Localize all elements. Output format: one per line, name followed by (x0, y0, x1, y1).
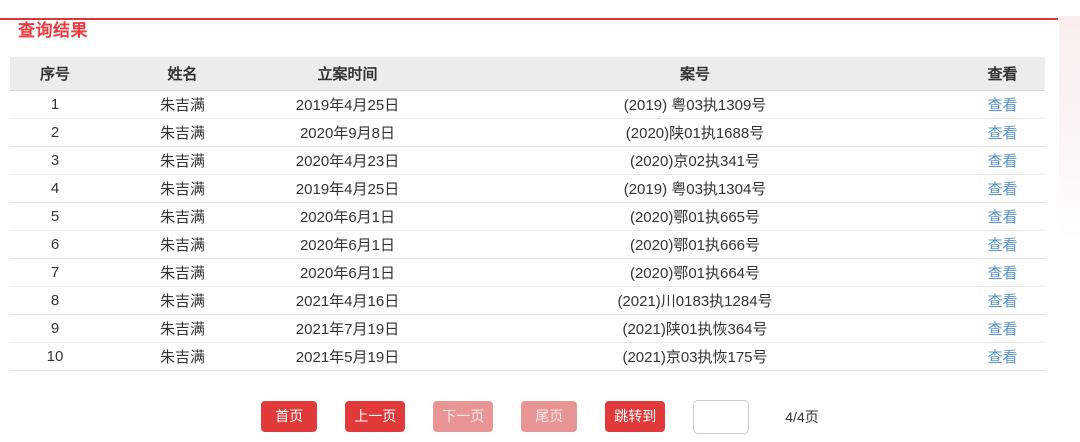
row-view-cell: 查看 (960, 230, 1045, 258)
row-name: 朱吉满 (100, 230, 265, 258)
row-view-cell: 查看 (960, 342, 1045, 370)
row-case-number: (2020)鄂01执665号 (430, 202, 960, 230)
row-view-cell: 查看 (960, 146, 1045, 174)
table-row: 9朱吉满2021年7月19日(2021)陕01执恢364号 查看 (10, 314, 1045, 342)
right-edge-strip (1059, 16, 1080, 254)
row-case-number: (2021)陕01执恢364号 (430, 314, 960, 342)
table-row: 2朱吉满2020年9月8日(2020)陕01执1688号 查看 (10, 118, 1045, 146)
row-view-cell: 查看 (960, 174, 1045, 202)
row-filing-date: 2020年4月23日 (265, 146, 430, 174)
table-row: 10朱吉满2021年5月19日(2021)京03执恢175号 查看 (10, 342, 1045, 370)
table-row: 7朱吉满2020年6月1日(2020)鄂01执664号 查看 (10, 258, 1045, 286)
column-header-filing-date: 立案时间 (265, 57, 430, 90)
table-header-row: 序号 姓名 立案时间 案号 查看 (10, 57, 1045, 90)
view-link[interactable]: 查看 (987, 181, 1017, 198)
row-name: 朱吉满 (100, 146, 265, 174)
next-page-button[interactable]: 下一页 (433, 401, 493, 432)
row-name: 朱吉满 (100, 202, 265, 230)
row-name: 朱吉满 (100, 118, 265, 146)
table-row: 5朱吉满2020年6月1日(2020)鄂01执665号 查看 (10, 202, 1045, 230)
row-view-cell: 查看 (960, 90, 1045, 118)
top-accent-line (0, 18, 1058, 20)
row-filing-date: 2021年4月16日 (265, 286, 430, 314)
view-link[interactable]: 查看 (987, 265, 1017, 282)
row-case-number: (2020)鄂01执664号 (430, 258, 960, 286)
results-table: 序号 姓名 立案时间 案号 查看 1朱吉满2019年4月25日(2019) 粤0… (10, 57, 1045, 371)
row-filing-date: 2020年9月8日 (265, 118, 430, 146)
jump-to-button[interactable]: 跳转到 (605, 401, 665, 432)
row-case-number: (2019) 粤03执1309号 (430, 90, 960, 118)
row-seq: 10 (10, 342, 100, 370)
column-header-seq: 序号 (10, 57, 100, 90)
row-filing-date: 2021年7月19日 (265, 314, 430, 342)
table-row: 1朱吉满2019年4月25日(2019) 粤03执1309号 查看 (10, 90, 1045, 118)
first-page-button[interactable]: 首页 (261, 401, 317, 432)
row-seq: 1 (10, 90, 100, 118)
row-case-number: (2019) 粤03执1304号 (430, 174, 960, 202)
row-name: 朱吉满 (100, 286, 265, 314)
row-filing-date: 2020年6月1日 (265, 258, 430, 286)
view-link[interactable]: 查看 (987, 209, 1017, 226)
row-view-cell: 查看 (960, 118, 1045, 146)
view-link[interactable]: 查看 (987, 321, 1017, 338)
row-filing-date: 2021年5月19日 (265, 342, 430, 370)
row-name: 朱吉满 (100, 258, 265, 286)
page-indicator: 4/4页 (785, 407, 818, 427)
row-seq: 6 (10, 230, 100, 258)
row-name: 朱吉满 (100, 90, 265, 118)
column-header-case-number: 案号 (430, 57, 960, 90)
row-view-cell: 查看 (960, 286, 1045, 314)
last-page-button[interactable]: 尾页 (521, 401, 577, 432)
row-filing-date: 2020年6月1日 (265, 202, 430, 230)
row-seq: 3 (10, 146, 100, 174)
row-view-cell: 查看 (960, 314, 1045, 342)
row-name: 朱吉满 (100, 314, 265, 342)
view-link[interactable]: 查看 (987, 349, 1017, 366)
pagination-bar: 首页 上一页 下一页 尾页 跳转到 4/4页 (0, 400, 1080, 434)
table-row: 8朱吉满2021年4月16日(2021)川0183执1284号 查看 (10, 286, 1045, 314)
row-seq: 8 (10, 286, 100, 314)
jump-page-input[interactable] (693, 400, 749, 434)
row-seq: 7 (10, 258, 100, 286)
row-view-cell: 查看 (960, 258, 1045, 286)
row-seq: 9 (10, 314, 100, 342)
view-link[interactable]: 查看 (987, 293, 1017, 310)
row-seq: 2 (10, 118, 100, 146)
row-seq: 4 (10, 174, 100, 202)
row-view-cell: 查看 (960, 202, 1045, 230)
row-case-number: (2021)川0183执1284号 (430, 286, 960, 314)
row-filing-date: 2019年4月25日 (265, 90, 430, 118)
view-link[interactable]: 查看 (987, 237, 1017, 254)
row-case-number: (2020)鄂01执666号 (430, 230, 960, 258)
row-name: 朱吉满 (100, 174, 265, 202)
table-row: 3朱吉满2020年4月23日(2020)京02执341号 查看 (10, 146, 1045, 174)
row-case-number: (2020)京02执341号 (430, 146, 960, 174)
view-link[interactable]: 查看 (987, 153, 1017, 170)
row-name: 朱吉满 (100, 342, 265, 370)
table-row: 4朱吉满2019年4月25日(2019) 粤03执1304号 查看 (10, 174, 1045, 202)
prev-page-button[interactable]: 上一页 (345, 401, 405, 432)
row-filing-date: 2019年4月25日 (265, 174, 430, 202)
row-filing-date: 2020年6月1日 (265, 230, 430, 258)
table-row: 6朱吉满2020年6月1日(2020)鄂01执666号 查看 (10, 230, 1045, 258)
row-case-number: (2021)京03执恢175号 (430, 342, 960, 370)
row-seq: 5 (10, 202, 100, 230)
row-case-number: (2020)陕01执1688号 (430, 118, 960, 146)
column-header-view: 查看 (960, 57, 1045, 90)
view-link[interactable]: 查看 (987, 125, 1017, 142)
view-link[interactable]: 查看 (987, 97, 1017, 114)
column-header-name: 姓名 (100, 57, 265, 90)
